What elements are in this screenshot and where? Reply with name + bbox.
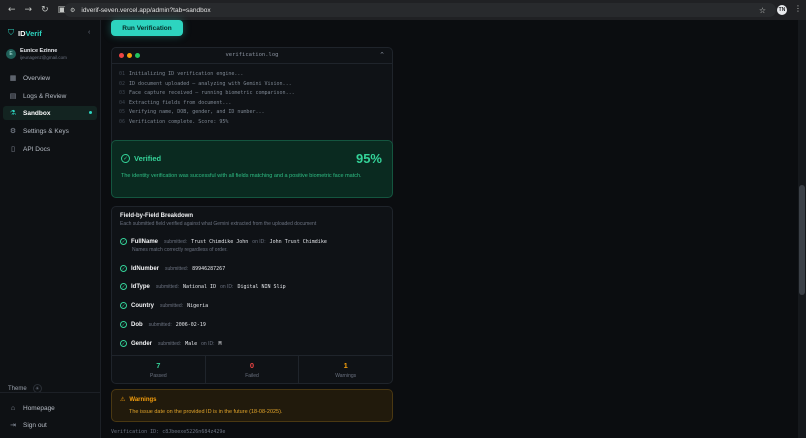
check-circle-icon: ✓ bbox=[120, 340, 127, 347]
active-indicator bbox=[89, 111, 92, 114]
field-note: Names match correctly regardless of orde… bbox=[132, 247, 228, 253]
sidebar-item-label: API Docs bbox=[23, 145, 51, 153]
flask-icon: ⚗ bbox=[9, 110, 17, 117]
forward-icon[interactable]: → bbox=[25, 5, 33, 15]
reload-icon[interactable]: ↻ bbox=[41, 5, 49, 15]
check-circle-icon: ✓ bbox=[120, 238, 127, 245]
sidebar-item-label: Sign out bbox=[23, 421, 47, 429]
home-icon: ⌂ bbox=[10, 404, 16, 412]
stat-failed: 0 Failed bbox=[206, 356, 300, 383]
browser-nav: ← → ↻ ▣ bbox=[0, 5, 66, 15]
bookmark-star-icon[interactable]: ☆ bbox=[759, 6, 766, 15]
sidebar-item-overview[interactable]: ▦ Overview bbox=[3, 71, 97, 85]
result-description: The identity verification was successful… bbox=[121, 173, 362, 179]
field-row-fullname: ✓ FullName submitted: Trust Chimdike Joh… bbox=[120, 238, 327, 245]
log-line: 01 Initializing ID verification engine... bbox=[119, 71, 244, 77]
sidebar-item-label: Settings & Keys bbox=[23, 127, 69, 135]
browser-toolbar: ← → ↻ ▣ ⚙ idverif-seven.vercel.app/admin… bbox=[0, 0, 806, 20]
field-row-gender: ✓ Gender submitted: Male on ID: M bbox=[120, 340, 222, 347]
warning-triangle-icon: ⚠ bbox=[120, 397, 126, 403]
log-lines: 01 Initializing ID verification engine...… bbox=[112, 64, 392, 133]
field-breakdown-card: Field-by-Field Breakdown Each submitted … bbox=[111, 206, 393, 384]
field-row-country: ✓ Country submitted: Nigeria bbox=[120, 302, 209, 309]
avatar: E bbox=[6, 49, 16, 59]
run-verification-button[interactable]: Run Verification bbox=[111, 20, 183, 36]
profile-avatar[interactable]: TN bbox=[777, 5, 787, 15]
sidebar-item-settings-keys[interactable]: ⚙ Settings & Keys bbox=[3, 124, 97, 138]
check-circle-icon: ✓ bbox=[120, 321, 127, 328]
collapse-sidebar-icon[interactable]: ‹ bbox=[88, 29, 90, 36]
log-line: 02 ID document uploaded — analyzing with … bbox=[119, 80, 292, 87]
log-filename: verification.log bbox=[225, 52, 279, 58]
breakdown-subtitle: Each submitted field verified against wh… bbox=[120, 221, 317, 227]
field-row-idnumber: ✓ IdNumber submitted: 89946287267 bbox=[120, 265, 226, 272]
gear-icon: ⚙ bbox=[9, 128, 17, 135]
user-name: Eunice Ezinne bbox=[20, 48, 58, 54]
log-line: 06 Verification complete. Score: 95% bbox=[119, 118, 229, 125]
document-icon: ▤ bbox=[9, 93, 17, 100]
chevron-up-icon[interactable]: ⌃ bbox=[379, 51, 385, 59]
stat-passed: 7 Passed bbox=[112, 356, 206, 383]
sidebar-item-label: Sandbox bbox=[23, 109, 51, 117]
result-status: ✓ Verified bbox=[121, 154, 161, 163]
verification-log-panel: verification.log ⌃ 01 Initializing ID ver… bbox=[111, 47, 393, 149]
warnings-title: ⚠ Warnings bbox=[120, 396, 157, 404]
sidebar-footer-divider bbox=[0, 392, 101, 393]
page-scrollbar[interactable] bbox=[798, 20, 806, 438]
warnings-card: ⚠ Warnings The issue date on the provide… bbox=[111, 389, 393, 422]
user-email: ijeunagenz@gmail.com bbox=[20, 55, 67, 60]
log-titlebar: verification.log ⌃ bbox=[112, 48, 392, 64]
user-profile: E Eunice Ezinne ijeunagenz@gmail.com bbox=[6, 48, 67, 60]
site-info-icon[interactable]: ⚙ bbox=[70, 7, 75, 14]
log-line: 04 Extracting fields from document... bbox=[119, 99, 232, 106]
brand[interactable]: ⛉ IDVerif bbox=[8, 28, 42, 38]
breakdown-title: Field-by-Field Breakdown bbox=[120, 213, 194, 219]
result-score: 95% bbox=[355, 151, 382, 166]
field-row-dob: ✓ Dob submitted: 2006-02-19 bbox=[120, 321, 206, 328]
warning-text: The issue date on the provided ID is in … bbox=[129, 409, 283, 415]
sidebar-item-homepage[interactable]: ⌂ Homepage bbox=[3, 401, 97, 415]
field-row-idtype: ✓ IdType submitted: National ID on ID: D… bbox=[120, 283, 286, 290]
signout-icon: ⇥ bbox=[10, 422, 16, 429]
log-line: 03 Face capture received — running biomet… bbox=[119, 90, 295, 96]
sidebar-item-logs-review[interactable]: ▤ Logs & Review bbox=[3, 89, 97, 103]
sidebar-item-sandbox[interactable]: ⚗ Sandbox bbox=[3, 106, 97, 120]
book-icon: ▯ bbox=[11, 146, 15, 153]
address-bar[interactable]: ⚙ idverif-seven.vercel.app/admin?tab=san… bbox=[64, 3, 776, 17]
sidebar-item-signout[interactable]: ⇥ Sign out bbox=[3, 418, 97, 432]
sidebar-item-api-docs[interactable]: ▯ API Docs bbox=[3, 142, 97, 156]
breakdown-header: Field-by-Field Breakdown Each submitted … bbox=[112, 207, 392, 227]
check-circle-icon: ✓ bbox=[120, 302, 127, 309]
browser-menu-icon[interactable]: ⋮ bbox=[794, 4, 802, 13]
check-circle-icon: ✓ bbox=[120, 265, 127, 272]
check-circle-icon: ✓ bbox=[120, 283, 127, 290]
grid-icon: ▦ bbox=[9, 75, 17, 82]
log-line: 05 Verifying name, DOB, gender, and ID nu… bbox=[119, 109, 265, 115]
theme-label: Theme bbox=[8, 385, 27, 392]
main-content: Run Verification verification.log ⌃ 01 In… bbox=[101, 20, 798, 438]
check-circle-icon: ✓ bbox=[121, 154, 130, 163]
sidebar-item-label: Logs & Review bbox=[23, 92, 67, 100]
scrollbar-thumb[interactable] bbox=[799, 185, 805, 295]
stat-warnings: 1 Warnings bbox=[335, 361, 357, 379]
verification-id: Verification ID: c8Jbeexe5226n684z429e bbox=[111, 429, 226, 435]
sidebar-item-label: Homepage bbox=[23, 404, 55, 412]
sidebar: ⛉ IDVerif ‹ E Eunice Ezinne ijeunagenz@g… bbox=[0, 20, 101, 438]
url-text: idverif-seven.vercel.app/admin?tab=sandb… bbox=[81, 6, 211, 14]
back-icon[interactable]: ← bbox=[8, 5, 16, 15]
sidebar-item-label: Overview bbox=[23, 74, 51, 82]
breakdown-stats: 7 Passed 0 Failed 1 Warnings bbox=[112, 355, 392, 383]
brand-name: IDVerif bbox=[18, 28, 42, 38]
shield-logo-icon: ⛉ bbox=[8, 28, 14, 37]
verification-result-card: ✓ Verified 95% The identity verification… bbox=[111, 140, 393, 198]
